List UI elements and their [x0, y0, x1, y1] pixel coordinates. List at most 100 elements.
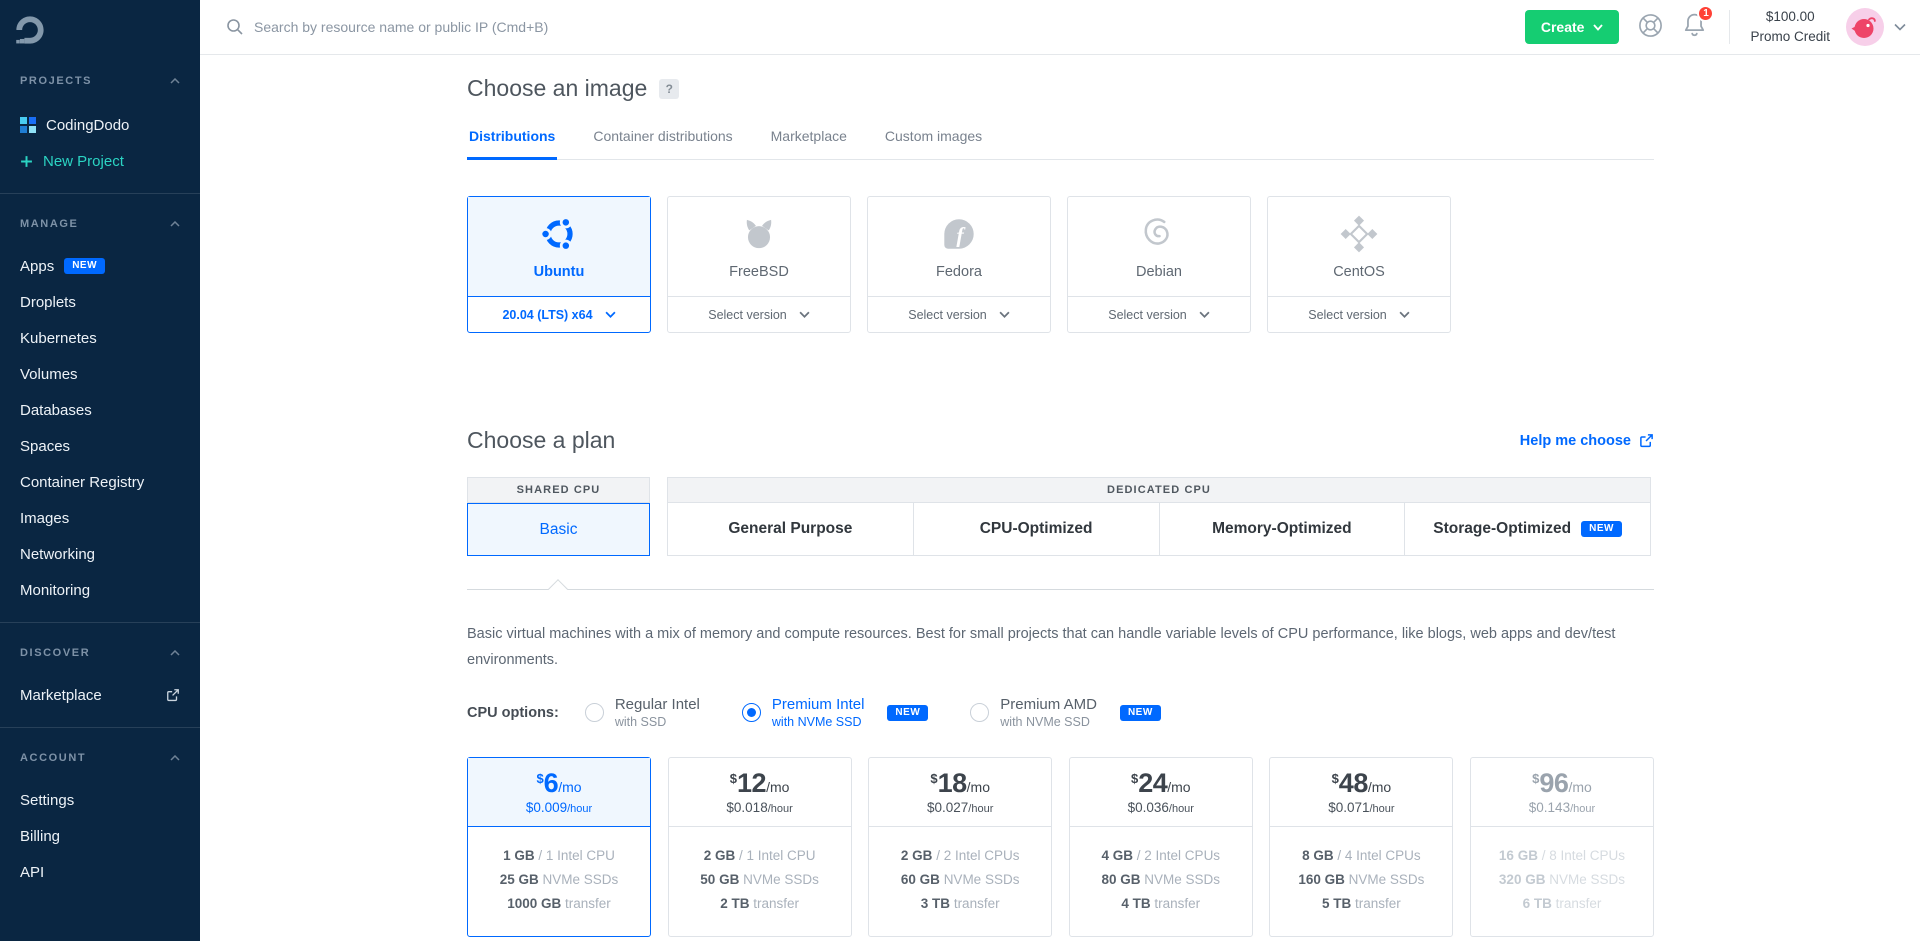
cpu-options-label: CPU options: — [467, 705, 559, 721]
discover-header-label: DISCOVER — [20, 647, 90, 659]
tab-container-distributions[interactable]: Container distributions — [591, 128, 734, 159]
notification-count-badge: 1 — [1697, 5, 1714, 22]
plan-tab-general-purpose[interactable]: General Purpose — [668, 503, 914, 555]
help-link-label: Help me choose — [1520, 433, 1631, 449]
transfer-spec: 4 TB — [1121, 896, 1150, 911]
plan-tab-basic[interactable]: Basic — [467, 503, 650, 556]
distro-card-fedora[interactable]: f Fedora Select version — [867, 196, 1051, 333]
per-month-label: /mo — [558, 779, 581, 795]
tab-marketplace[interactable]: Marketplace — [769, 128, 849, 159]
freebsd-version-select[interactable]: Select version — [668, 296, 850, 332]
projects-section-header[interactable]: PROJECTS — [0, 69, 200, 93]
plan-price: $12/mo $0.018/hour — [669, 758, 851, 827]
choose-plan-heading: Choose a plan — [467, 427, 615, 454]
distro-card-freebsd[interactable]: FreeBSD Select version — [667, 196, 851, 333]
plan-card-48[interactable]: $48/mo $0.071/hour 8 GB / 4 Intel CPUs 1… — [1269, 757, 1453, 937]
digitalocean-logo[interactable] — [0, 0, 200, 51]
distro-name: Debian — [1136, 264, 1182, 280]
manage-section-header[interactable]: MANAGE — [0, 212, 200, 236]
discover-section-header[interactable]: DISCOVER — [0, 641, 200, 665]
plan-card-12[interactable]: $12/mo $0.018/hour 2 GB / 1 Intel CPU 50… — [668, 757, 852, 937]
distro-card-centos[interactable]: CentOS Select version — [1267, 196, 1451, 333]
help-me-choose-link[interactable]: Help me choose — [1520, 433, 1654, 449]
sidebar-item-databases[interactable]: Databases — [0, 392, 200, 428]
transfer-spec: 1000 GB — [507, 896, 561, 911]
distro-card-ubuntu[interactable]: Ubuntu 20.04 (LTS) x64 — [467, 196, 651, 333]
image-tabs: Distributions Container distributions Ma… — [467, 128, 1654, 160]
selected-version: Select version — [1308, 308, 1387, 322]
plan-tab-memory-optimized[interactable]: Memory-Optimized — [1160, 503, 1406, 555]
sidebar-item-api[interactable]: API — [0, 854, 200, 890]
sidebar-item-billing[interactable]: Billing — [0, 818, 200, 854]
centos-version-select[interactable]: Select version — [1268, 296, 1450, 332]
page-title: Choose an image — [467, 75, 647, 102]
project-name: CodingDodo — [46, 117, 129, 134]
sidebar-item-label: Volumes — [20, 366, 78, 383]
disk-type: NVMe SSDs — [1549, 872, 1625, 887]
debian-version-select[interactable]: Select version — [1068, 296, 1250, 332]
plan-card-96[interactable]: $96/mo $0.143/hour 16 GB / 8 Intel CPUs … — [1470, 757, 1654, 937]
plan-specs: 16 GB / 8 Intel CPUs 320 GB NVMe SSDs 6 … — [1471, 827, 1653, 936]
global-search[interactable] — [200, 18, 1525, 36]
external-link-icon — [166, 688, 180, 702]
distro-card-debian[interactable]: Debian Select version — [1067, 196, 1251, 333]
tab-distributions[interactable]: Distributions — [467, 128, 557, 160]
cpu-option-premium-amd[interactable]: Premium AMD with NVMe SSD NEW — [970, 695, 1161, 730]
hourly-unit: /hour — [968, 803, 993, 815]
sidebar-item-monitoring[interactable]: Monitoring — [0, 572, 200, 608]
plan-tab-cpu-optimized[interactable]: CPU-Optimized — [914, 503, 1160, 555]
sidebar-item-volumes[interactable]: Volumes — [0, 356, 200, 392]
per-month-label: /mo — [766, 779, 789, 795]
distro-name: Ubuntu — [534, 264, 585, 280]
sidebar-item-settings[interactable]: Settings — [0, 782, 200, 818]
plan-specs: 2 GB / 1 Intel CPU 50 GB NVMe SSDs 2 TB … — [669, 827, 851, 936]
help-tooltip-badge[interactable]: ? — [659, 79, 679, 99]
fedora-version-select[interactable]: Select version — [868, 296, 1050, 332]
sidebar-item-droplets[interactable]: Droplets — [0, 284, 200, 320]
disk-spec: 25 GB — [500, 872, 539, 887]
account-section-header[interactable]: ACCOUNT — [0, 746, 200, 770]
shared-cpu-header: SHARED CPU — [467, 477, 650, 503]
sidebar-item-networking[interactable]: Networking — [0, 536, 200, 572]
distribution-cards: Ubuntu 20.04 (LTS) x64 FreeBSD Select ve… — [467, 196, 1451, 333]
new-project-button[interactable]: New Project — [0, 143, 200, 179]
sidebar-item-project[interactable]: CodingDodo — [0, 107, 200, 143]
cpu-option-regular-intel[interactable]: Regular Intel with SSD — [585, 695, 700, 730]
plan-card-6[interactable]: $6/mo $0.009/hour 1 GB / 1 Intel CPU 25 … — [467, 757, 651, 937]
chevron-down-icon — [1399, 311, 1410, 318]
plan-card-24[interactable]: $24/mo $0.036/hour 4 GB / 2 Intel CPUs 8… — [1069, 757, 1253, 937]
create-button[interactable]: Create — [1525, 10, 1620, 44]
plan-price-cards: $6/mo $0.009/hour 1 GB / 1 Intel CPU 25 … — [467, 757, 1654, 937]
account-menu-chevron-icon[interactable] — [1894, 23, 1906, 31]
chevron-up-icon — [170, 755, 180, 761]
currency-symbol: $ — [730, 771, 737, 786]
disk-type: NVMe SSDs — [543, 872, 619, 887]
ram-spec: 8 GB — [1302, 848, 1334, 863]
hourly-unit: /hour — [768, 803, 793, 815]
ubuntu-version-select[interactable]: 20.04 (LTS) x64 — [468, 296, 650, 332]
transfer-unit: transfer — [1154, 896, 1200, 911]
freebsd-logo-icon — [738, 213, 780, 255]
notifications-button[interactable]: 1 — [1682, 12, 1707, 42]
per-month-label: /mo — [1167, 779, 1190, 795]
search-input[interactable] — [254, 19, 734, 35]
sidebar-item-container-registry[interactable]: Container Registry — [0, 464, 200, 500]
help-button[interactable] — [1637, 12, 1664, 42]
sidebar-item-images[interactable]: Images — [0, 500, 200, 536]
plan-specs: 2 GB / 2 Intel CPUs 60 GB NVMe SSDs 3 TB… — [869, 827, 1051, 936]
project-grid-icon — [20, 117, 36, 133]
tab-custom-images[interactable]: Custom images — [883, 128, 984, 159]
cpu-option-detail: with SSD — [615, 714, 700, 730]
sidebar-item-apps[interactable]: Apps NEW — [0, 248, 200, 284]
chevron-down-icon — [799, 311, 810, 318]
account-avatar[interactable] — [1846, 8, 1884, 46]
plan-tab-storage-optimized[interactable]: Storage-Optimized NEW — [1405, 503, 1650, 555]
centos-logo-icon — [1338, 213, 1380, 255]
sidebar-item-spaces[interactable]: Spaces — [0, 428, 200, 464]
ram-spec: 2 GB — [704, 848, 736, 863]
currency-symbol: $ — [930, 771, 937, 786]
sidebar-item-kubernetes[interactable]: Kubernetes — [0, 320, 200, 356]
sidebar-item-marketplace[interactable]: Marketplace — [0, 677, 200, 713]
plan-card-18[interactable]: $18/mo $0.027/hour 2 GB / 2 Intel CPUs 6… — [868, 757, 1052, 937]
cpu-option-premium-intel[interactable]: Premium Intel with NVMe SSD NEW — [742, 695, 928, 730]
